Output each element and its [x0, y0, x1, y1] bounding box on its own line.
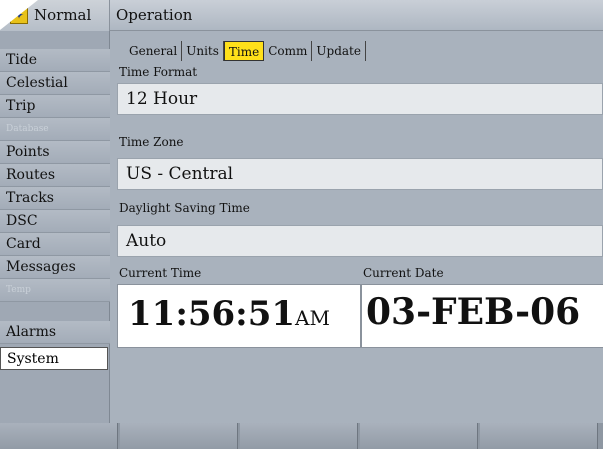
sidebar-item-dsc[interactable]: DSC	[0, 210, 110, 233]
time-zone-field[interactable]: US - Central	[117, 158, 603, 190]
time-format-field[interactable]: 12 Hour	[117, 83, 603, 115]
mode-label: Normal	[34, 6, 92, 24]
softkey-bar	[0, 423, 603, 449]
softkey-2[interactable]	[120, 423, 238, 449]
app-icon: ✦	[10, 6, 28, 24]
sidebar-item-temp[interactable]: Temp	[0, 279, 110, 302]
tab-bar: General Units Time Comm Update	[125, 41, 366, 61]
dst-field[interactable]: Auto	[117, 225, 603, 257]
tab-time[interactable]: Time	[223, 41, 265, 61]
sidebar-item-celestial[interactable]: Celestial	[0, 72, 110, 95]
softkey-1[interactable]	[0, 423, 118, 449]
sidebar-item-messages[interactable]: Messages	[0, 256, 110, 279]
softkey-4[interactable]	[360, 423, 478, 449]
tab-update[interactable]: Update	[312, 41, 366, 61]
sidebar: Tide Celestial Trip Database Points Rout…	[0, 31, 110, 423]
sidebar-item-tide[interactable]: Tide	[0, 49, 110, 72]
sidebar-item-database[interactable]: Database	[0, 118, 110, 141]
current-date-label: Current Date	[363, 266, 444, 280]
sidebar-item-system[interactable]: System	[0, 347, 108, 370]
current-date-value: 03-FEB-06	[366, 291, 581, 333]
mode-indicator: ✦ Normal	[0, 0, 110, 31]
current-time-label: Current Time	[119, 266, 202, 280]
sidebar-item-card[interactable]: Card	[0, 233, 110, 256]
time-digits: 11:56:51	[128, 294, 296, 334]
current-time-display: 11:56:51AM	[117, 284, 361, 348]
current-time-value: 11:56:51AM	[128, 294, 330, 334]
sidebar-item-alarms[interactable]: Alarms	[0, 321, 110, 344]
sidebar-item-tracks[interactable]: Tracks	[0, 187, 110, 210]
sidebar-item-routes[interactable]: Routes	[0, 164, 110, 187]
sidebar-item-trip[interactable]: Trip	[0, 95, 110, 118]
tab-units[interactable]: Units	[182, 41, 224, 61]
operation-label: Operation	[116, 6, 193, 24]
title-bar: ✦ Normal Operation	[0, 0, 603, 31]
sidebar-item-points[interactable]: Points	[0, 141, 110, 164]
dst-label: Daylight Saving Time	[119, 201, 250, 215]
softkey-3[interactable]	[240, 423, 358, 449]
softkey-5[interactable]	[480, 423, 598, 449]
main-panel: General Units Time Comm Update Time Form…	[111, 31, 603, 423]
time-zone-label: Time Zone	[119, 135, 184, 149]
tab-general[interactable]: General	[125, 41, 183, 61]
current-date-display: 03-FEB-06	[361, 284, 603, 348]
time-format-label: Time Format	[119, 65, 198, 79]
time-ampm: AM	[295, 306, 330, 330]
tab-comm[interactable]: Comm	[264, 41, 313, 61]
gps-screen: ✦ Normal Operation Tide Celestial Trip D…	[0, 0, 603, 449]
